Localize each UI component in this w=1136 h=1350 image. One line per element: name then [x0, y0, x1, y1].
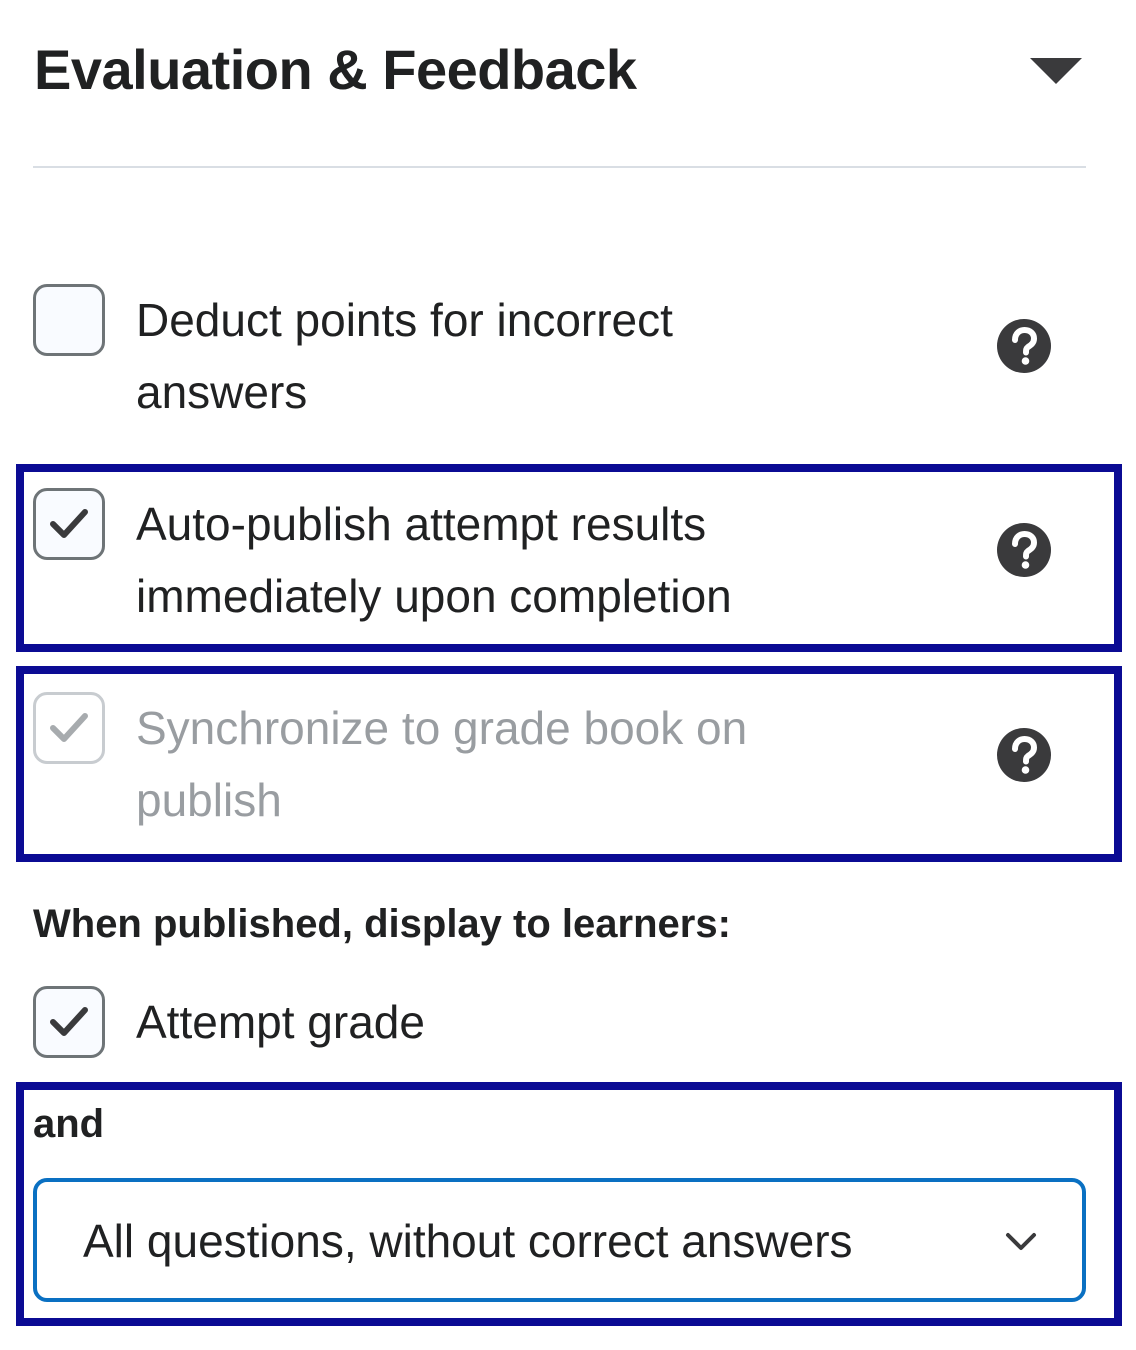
auto-publish-help-button[interactable]	[996, 522, 1052, 578]
deduct-points-checkbox[interactable]	[33, 284, 105, 356]
checkmark-icon	[50, 1007, 88, 1036]
and-label: and	[33, 1102, 105, 1146]
deduct-points-help-button[interactable]	[996, 318, 1052, 374]
synchronize-checkbox[interactable]	[33, 692, 105, 764]
display-to-learners-heading: When published, display to learners:	[33, 902, 731, 946]
chevron-down-icon	[1006, 1233, 1036, 1250]
checkmark-icon	[50, 713, 88, 742]
help-icon	[997, 728, 1051, 782]
section-divider	[33, 166, 1086, 168]
attempt-grade-checkbox[interactable]	[33, 986, 105, 1058]
collapse-toggle-button[interactable]	[1028, 56, 1084, 86]
help-icon	[997, 319, 1051, 373]
auto-publish-checkbox[interactable]	[33, 488, 105, 560]
checkmark-icon	[50, 509, 88, 538]
attempt-grade-label: Attempt grade	[136, 996, 425, 1048]
caret-down-icon	[1030, 58, 1082, 84]
section-title: Evaluation & Feedback	[34, 38, 637, 101]
auto-publish-label: Auto-publish attempt results immediately…	[136, 498, 732, 622]
deduct-points-label: Deduct points for incorrect answers	[136, 294, 673, 418]
help-icon	[997, 523, 1051, 577]
questions-display-select-value: All questions, without correct answers	[83, 1215, 853, 1267]
synchronize-help-button[interactable]	[996, 727, 1052, 783]
questions-display-select[interactable]: All questions, without correct answers	[33, 1178, 1086, 1302]
synchronize-label: Synchronize to grade book on publish	[136, 702, 748, 826]
